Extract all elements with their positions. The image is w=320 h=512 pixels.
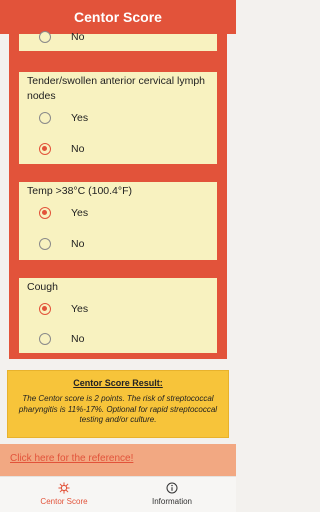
- reference-bar: Click here for the reference!: [0, 444, 236, 476]
- option-no[interactable]: No: [39, 141, 84, 157]
- criterion-card-cough: Cough Yes No: [19, 278, 217, 353]
- criterion-card-partial: No: [19, 31, 217, 51]
- criterion-card-lymph-nodes: Tender/swollen anterior cervical lymph n…: [19, 72, 217, 164]
- app-header: Centor Score: [0, 0, 236, 34]
- page-title: Centor Score: [74, 9, 162, 25]
- radio-button[interactable]: [39, 112, 51, 124]
- radio-button[interactable]: [39, 31, 51, 43]
- criterion-card-temperature: Temp >38°C (100.4°F) Yes No: [19, 182, 217, 260]
- radio-button[interactable]: [39, 238, 51, 250]
- option-no[interactable]: No: [39, 236, 84, 252]
- radio-button-selected[interactable]: [39, 143, 51, 155]
- radio-button[interactable]: [39, 333, 51, 345]
- virus-icon: [14, 482, 114, 494]
- tab-information[interactable]: Information: [122, 482, 222, 506]
- criterion-title: Temp >38°C (100.4°F): [27, 185, 132, 197]
- option-label: Yes: [71, 207, 89, 219]
- result-box: Centor Score Result: The Centor score is…: [7, 370, 229, 438]
- tab-bar: Centor Score Information: [0, 476, 236, 512]
- tab-label: Centor Score: [40, 497, 88, 506]
- reference-link[interactable]: Click here for the reference!: [10, 453, 133, 464]
- tab-centor-score[interactable]: Centor Score: [14, 482, 114, 506]
- criterion-title: Cough: [27, 281, 58, 293]
- result-title: Centor Score Result:: [73, 378, 163, 388]
- option-label: No: [71, 143, 85, 155]
- option-yes[interactable]: Yes: [39, 301, 88, 317]
- option-yes[interactable]: Yes: [39, 205, 88, 221]
- radio-button-selected[interactable]: [39, 207, 51, 219]
- option-label: Yes: [71, 303, 89, 315]
- radio-button-selected[interactable]: [39, 303, 51, 315]
- option-label: No: [71, 31, 85, 43]
- option-yes[interactable]: Yes: [39, 110, 88, 126]
- option-label: No: [71, 333, 85, 345]
- option-label: No: [71, 238, 85, 250]
- info-icon: [122, 482, 222, 494]
- option-no[interactable]: No: [39, 331, 84, 347]
- option-label: Yes: [71, 112, 89, 124]
- option-no[interactable]: No: [39, 29, 84, 45]
- result-text: The Centor score is 2 points. The risk o…: [18, 394, 218, 424]
- criterion-title: Tender/swollen anterior cervical lymph n…: [27, 75, 205, 102]
- tab-label: Information: [151, 497, 193, 506]
